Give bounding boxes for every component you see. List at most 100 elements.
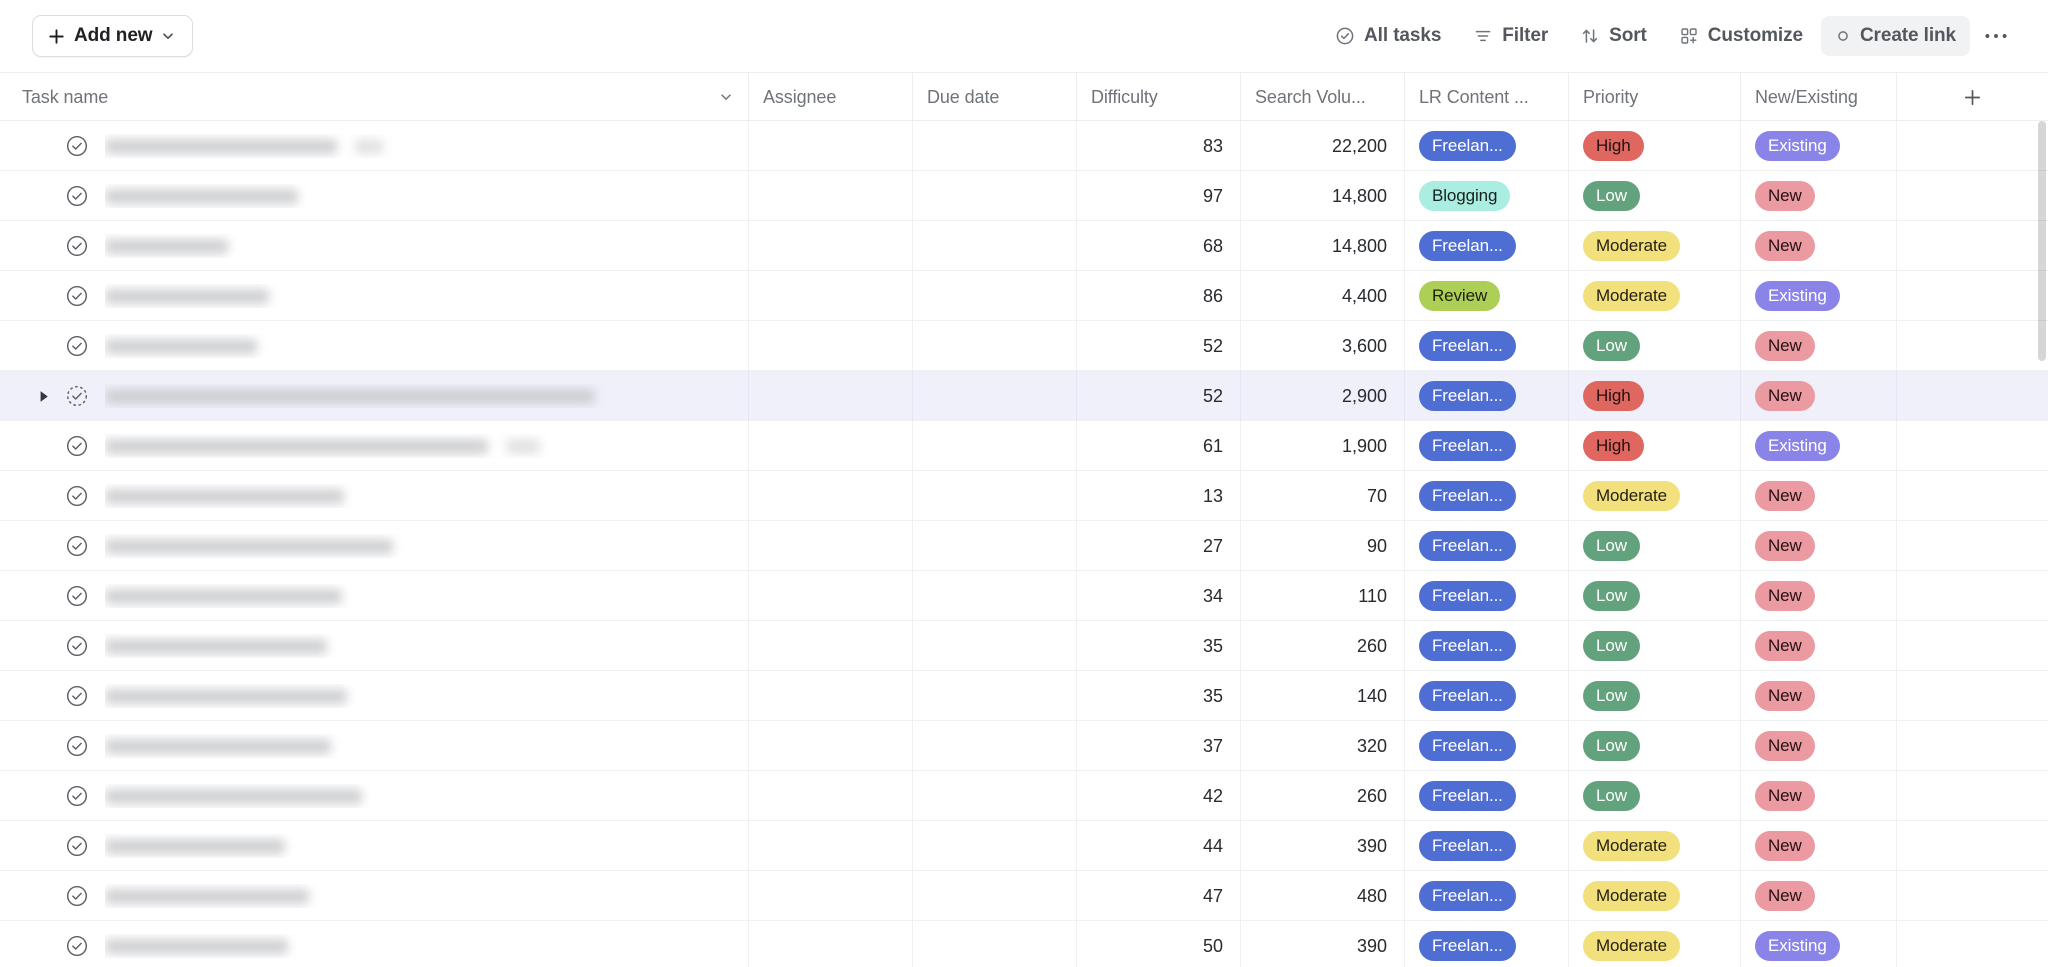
cell-difficulty[interactable]: 50 (1077, 921, 1241, 967)
cell-new-existing[interactable]: New (1741, 671, 1897, 721)
table-row[interactable]: 34110Freelan...LowNew (0, 571, 2048, 621)
cell-search-volume[interactable]: 14,800 (1241, 171, 1405, 221)
complete-task-icon[interactable] (62, 381, 92, 411)
cell-search-volume[interactable]: 480 (1241, 871, 1405, 921)
complete-task-icon[interactable] (62, 581, 92, 611)
chevron-down-icon[interactable] (718, 89, 734, 105)
cell-difficulty[interactable]: 37 (1077, 721, 1241, 771)
new-existing-badge[interactable]: Existing (1755, 131, 1840, 161)
lr-content-badge[interactable]: Freelan... (1419, 481, 1516, 511)
cell-difficulty[interactable]: 97 (1077, 171, 1241, 221)
cell-task-name[interactable] (0, 321, 749, 371)
cell-difficulty[interactable]: 86 (1077, 271, 1241, 321)
new-existing-badge[interactable]: New (1755, 381, 1815, 411)
column-header-priority[interactable]: Priority (1569, 73, 1741, 121)
cell-new-existing[interactable]: New (1741, 171, 1897, 221)
cell-lr-content[interactable]: Freelan... (1405, 471, 1569, 521)
new-existing-badge[interactable]: New (1755, 481, 1815, 511)
lr-content-badge[interactable]: Freelan... (1419, 831, 1516, 861)
cell-new-existing[interactable]: Existing (1741, 421, 1897, 471)
cell-lr-content[interactable]: Review (1405, 271, 1569, 321)
table-row[interactable]: 523,600Freelan...LowNew (0, 321, 2048, 371)
new-existing-badge[interactable]: New (1755, 781, 1815, 811)
cell-search-volume[interactable]: 3,600 (1241, 321, 1405, 371)
new-existing-badge[interactable]: New (1755, 181, 1815, 211)
cell-task-name[interactable] (0, 521, 749, 571)
new-existing-badge[interactable]: New (1755, 681, 1815, 711)
cell-task-name[interactable] (0, 121, 749, 171)
cell-search-volume[interactable]: 14,800 (1241, 221, 1405, 271)
cell-assignee[interactable] (749, 771, 913, 821)
lr-content-badge[interactable]: Freelan... (1419, 131, 1516, 161)
priority-badge[interactable]: Moderate (1583, 481, 1680, 511)
cell-priority[interactable]: High (1569, 121, 1741, 171)
table-row[interactable]: 37320Freelan...LowNew (0, 721, 2048, 771)
cell-priority[interactable]: Moderate (1569, 871, 1741, 921)
expand-row-icon[interactable] (36, 388, 52, 404)
vertical-scrollbar[interactable] (2038, 121, 2046, 361)
cell-new-existing[interactable]: New (1741, 571, 1897, 621)
cell-search-volume[interactable]: 1,900 (1241, 421, 1405, 471)
new-existing-badge[interactable]: New (1755, 231, 1815, 261)
cell-assignee[interactable] (749, 171, 913, 221)
cell-search-volume[interactable]: 22,200 (1241, 121, 1405, 171)
cell-due-date[interactable] (913, 171, 1077, 221)
new-existing-badge[interactable]: New (1755, 881, 1815, 911)
priority-badge[interactable]: Low (1583, 331, 1640, 361)
cell-lr-content[interactable]: Freelan... (1405, 521, 1569, 571)
cell-lr-content[interactable]: Freelan... (1405, 721, 1569, 771)
lr-content-badge[interactable]: Freelan... (1419, 581, 1516, 611)
cell-assignee[interactable] (749, 521, 913, 571)
table-row[interactable]: 864,400ReviewModerateExisting (0, 271, 2048, 321)
cell-lr-content[interactable]: Freelan... (1405, 821, 1569, 871)
complete-task-icon[interactable] (62, 481, 92, 511)
cell-new-existing[interactable]: New (1741, 221, 1897, 271)
lr-content-badge[interactable]: Freelan... (1419, 931, 1516, 961)
cell-difficulty[interactable]: 52 (1077, 371, 1241, 421)
lr-content-badge[interactable]: Freelan... (1419, 531, 1516, 561)
complete-task-icon[interactable] (62, 281, 92, 311)
cell-search-volume[interactable]: 260 (1241, 621, 1405, 671)
column-header-volume[interactable]: Search Volu... (1241, 73, 1405, 121)
cell-lr-content[interactable]: Freelan... (1405, 571, 1569, 621)
lr-content-badge[interactable]: Freelan... (1419, 331, 1516, 361)
cell-difficulty[interactable]: 35 (1077, 621, 1241, 671)
cell-new-existing[interactable]: New (1741, 321, 1897, 371)
priority-badge[interactable]: Low (1583, 181, 1640, 211)
cell-assignee[interactable] (749, 221, 913, 271)
lr-content-badge[interactable]: Freelan... (1419, 681, 1516, 711)
complete-task-icon[interactable] (62, 431, 92, 461)
cell-priority[interactable]: High (1569, 421, 1741, 471)
more-options-button[interactable] (1974, 16, 2018, 56)
table-row[interactable]: 522,900Freelan...HighNew (0, 371, 2048, 421)
column-header-name[interactable]: Task name (0, 73, 749, 121)
cell-due-date[interactable] (913, 721, 1077, 771)
cell-task-name[interactable] (0, 671, 749, 721)
cell-task-name[interactable] (0, 221, 749, 271)
cell-assignee[interactable] (749, 921, 913, 967)
cell-assignee[interactable] (749, 721, 913, 771)
cell-task-name[interactable] (0, 821, 749, 871)
complete-task-icon[interactable] (62, 231, 92, 261)
priority-badge[interactable]: High (1583, 131, 1644, 161)
cell-assignee[interactable] (749, 371, 913, 421)
cell-task-name[interactable] (0, 621, 749, 671)
cell-search-volume[interactable]: 70 (1241, 471, 1405, 521)
cell-new-existing[interactable]: Existing (1741, 121, 1897, 171)
cell-lr-content[interactable]: Freelan... (1405, 321, 1569, 371)
cell-difficulty[interactable]: 27 (1077, 521, 1241, 571)
cell-assignee[interactable] (749, 571, 913, 621)
priority-badge[interactable]: Low (1583, 681, 1640, 711)
cell-assignee[interactable] (749, 271, 913, 321)
cell-assignee[interactable] (749, 321, 913, 371)
table-row[interactable]: 611,900Freelan...HighExisting (0, 421, 2048, 471)
table-row[interactable]: 2790Freelan...LowNew (0, 521, 2048, 571)
table-row[interactable]: 35260Freelan...LowNew (0, 621, 2048, 671)
cell-lr-content[interactable]: Freelan... (1405, 371, 1569, 421)
cell-due-date[interactable] (913, 421, 1077, 471)
cell-lr-content[interactable]: Freelan... (1405, 621, 1569, 671)
cell-priority[interactable]: Low (1569, 171, 1741, 221)
cell-search-volume[interactable]: 390 (1241, 921, 1405, 967)
customize-button[interactable]: Customize (1665, 16, 1817, 56)
priority-badge[interactable]: Moderate (1583, 231, 1680, 261)
